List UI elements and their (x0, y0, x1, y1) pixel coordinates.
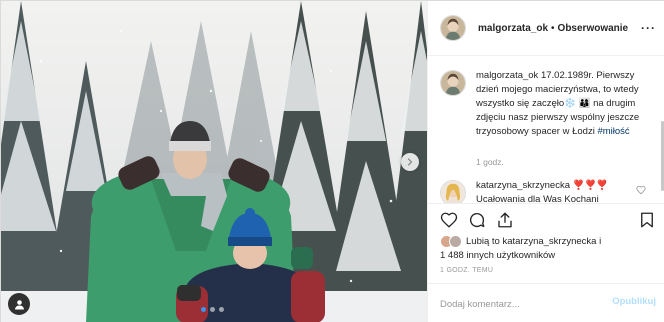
comment-body: Ucałowania dla Was Kochani (476, 194, 599, 203)
bookmark-icon (641, 212, 653, 228)
post-photo[interactable] (1, 1, 427, 322)
comments-section[interactable]: malgorzata_ok 17.02.1989r. Pierwszy dzie… (428, 57, 664, 203)
winter-photo-illustration (1, 1, 427, 322)
caption-time: 1 godz. (476, 157, 504, 167)
share-icon (498, 212, 512, 228)
commenter-username[interactable]: katarzyna_skrzynecka (476, 180, 570, 191)
carousel-dot (201, 307, 206, 312)
comment-input[interactable] (440, 296, 590, 312)
heart-icon (440, 212, 458, 228)
following-button[interactable]: Obserwowanie (558, 23, 629, 34)
likes-prefix: Lubią to (466, 236, 503, 247)
header-separator: • (551, 22, 555, 34)
likes-summary: Lubią to katarzyna_skrzynecka i 1 488 in… (440, 235, 660, 265)
caption-text: malgorzata_ok 17.02.1989r. Pierwszy dzie… (476, 69, 654, 139)
carousel-dot (219, 307, 224, 312)
carousel-next-button[interactable] (401, 153, 419, 171)
likers-avatars[interactable] (440, 235, 466, 249)
post-actions (428, 203, 664, 233)
comment-text: katarzyna_skrzynecka ❣️❣️❣️ Ucałowania dl… (476, 179, 641, 203)
post-frame: malgorzata_ok • Obserwowanie ··· malgorz… (0, 0, 664, 322)
tagged-users-button[interactable] (8, 293, 30, 315)
liker-avatar (449, 235, 462, 248)
carousel-indicator (201, 307, 224, 312)
user-icon (14, 299, 24, 309)
add-comment-bar: Opublikuj (428, 283, 664, 322)
share-button[interactable] (496, 211, 514, 229)
comment-emojis: ❣️❣️❣️ (569, 180, 609, 191)
avatar-image (441, 16, 465, 40)
caption-avatar[interactable] (440, 70, 466, 96)
likes-line: Lubią to katarzyna_skrzynecka i (466, 236, 601, 247)
likes-count[interactable]: 1 488 innych użytkowników (440, 250, 555, 261)
carousel-dot (210, 307, 215, 312)
post-comment-button[interactable]: Opublikuj (612, 296, 656, 307)
comment-icon (469, 212, 485, 228)
hashtag-link[interactable]: #miłość (597, 126, 629, 137)
post-timestamp: 1 GODZ. TEMU (440, 267, 494, 274)
avatar-image (441, 71, 465, 95)
comment-like-heart-icon[interactable] (636, 185, 646, 195)
liker-username[interactable]: katarzyna_skrzynecka (502, 236, 596, 247)
more-options-button[interactable]: ··· (641, 21, 656, 35)
profile-avatar[interactable] (440, 15, 466, 41)
like-button[interactable] (440, 211, 458, 229)
save-button[interactable] (638, 211, 656, 229)
avatar-image (441, 181, 465, 203)
post-author-username[interactable]: malgorzata_ok (478, 23, 548, 34)
likes-and: i (596, 236, 602, 247)
caption-username[interactable]: malgorzata_ok (476, 70, 538, 81)
commenter-avatar[interactable] (440, 180, 466, 203)
post-details-panel: malgorzata_ok • Obserwowanie ··· malgorz… (427, 1, 664, 322)
post-header: malgorzata_ok • Obserwowanie ··· (428, 1, 664, 56)
chevron-right-icon (407, 158, 413, 166)
comment-button[interactable] (468, 211, 486, 229)
